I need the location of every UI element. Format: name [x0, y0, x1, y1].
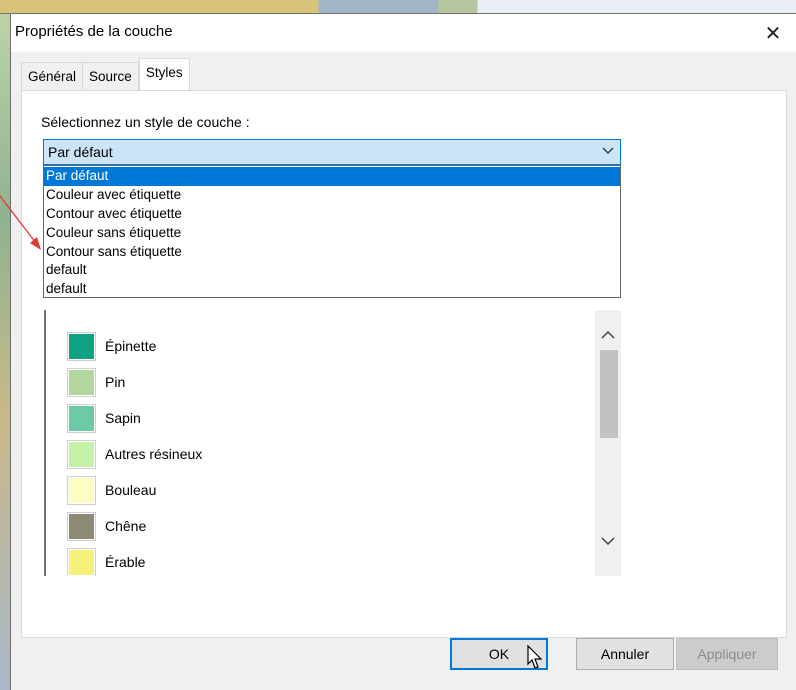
chevron-down-icon	[602, 142, 614, 161]
legend-list: Épinette Pin Sapin Autres résineux Boule…	[67, 328, 203, 576]
tab-general[interactable]: Général	[21, 62, 84, 90]
dropdown-option[interactable]: Contour avec étiquette	[44, 205, 620, 224]
legend-item: Bouleau	[67, 472, 202, 508]
legend-item: Chêne	[67, 508, 202, 544]
legend-scrollbar[interactable]	[595, 310, 621, 576]
style-dropdown-value: Par défaut	[48, 144, 113, 160]
legend-label: Bouleau	[105, 482, 157, 498]
legend-item: Autres résineux	[67, 436, 203, 472]
chevron-up-icon[interactable]	[595, 322, 621, 348]
legend-panel: Épinette Pin Sapin Autres résineux Boule…	[44, 310, 621, 576]
legend-item: Pin	[67, 364, 202, 400]
apply-button[interactable]: Appliquer	[676, 638, 778, 670]
style-dropdown-list: Par défaut Couleur avec étiquette Contou…	[43, 165, 621, 298]
layer-properties-dialog: Propriétés de la couche ✕ Général Source…	[10, 14, 796, 690]
legend-swatch	[67, 547, 96, 576]
style-select-label: Sélectionnez un style de couche :	[41, 114, 250, 130]
style-dropdown[interactable]: Par défaut	[43, 139, 621, 165]
legend-swatch	[67, 475, 96, 505]
legend-item: Érable	[67, 544, 202, 576]
legend-swatch	[67, 439, 96, 469]
legend-swatch	[67, 403, 96, 433]
legend-label: Érable	[105, 554, 146, 570]
tab-styles[interactable]: Styles	[138, 58, 190, 90]
legend-label: Chêne	[105, 518, 147, 534]
close-icon: ✕	[764, 22, 782, 45]
legend-label: Sapin	[105, 410, 141, 426]
background-map-edge	[0, 14, 10, 690]
legend-swatch	[67, 331, 96, 361]
legend-label: Autres résineux	[105, 446, 203, 462]
tab-strip: Général Source Styles	[21, 58, 190, 90]
mouse-cursor-icon	[527, 644, 543, 669]
legend-label: Épinette	[105, 338, 157, 354]
dropdown-option[interactable]: Par défaut	[44, 167, 620, 186]
dropdown-option[interactable]: default	[44, 261, 620, 280]
dropdown-option[interactable]: Couleur sans étiquette	[44, 224, 620, 243]
cancel-button[interactable]: Annuler	[576, 638, 674, 670]
background-app-strip	[0, 0, 796, 14]
dropdown-option[interactable]: Couleur avec étiquette	[44, 186, 620, 205]
dropdown-option[interactable]: default	[44, 280, 620, 299]
dropdown-option[interactable]: Contour sans étiquette	[44, 243, 620, 262]
legend-swatch	[67, 367, 96, 397]
legend-swatch	[67, 511, 96, 541]
scrollbar-thumb[interactable]	[600, 350, 618, 438]
close-button[interactable]: ✕	[750, 14, 796, 52]
legend-item: Épinette	[67, 328, 202, 364]
legend-item: Sapin	[67, 400, 202, 436]
window-title: Propriétés de la couche	[15, 23, 173, 40]
title-bar: Propriétés de la couche ✕	[11, 14, 796, 52]
legend-label: Pin	[105, 374, 126, 390]
tab-source[interactable]: Source	[83, 62, 139, 90]
chevron-down-icon[interactable]	[595, 528, 621, 554]
